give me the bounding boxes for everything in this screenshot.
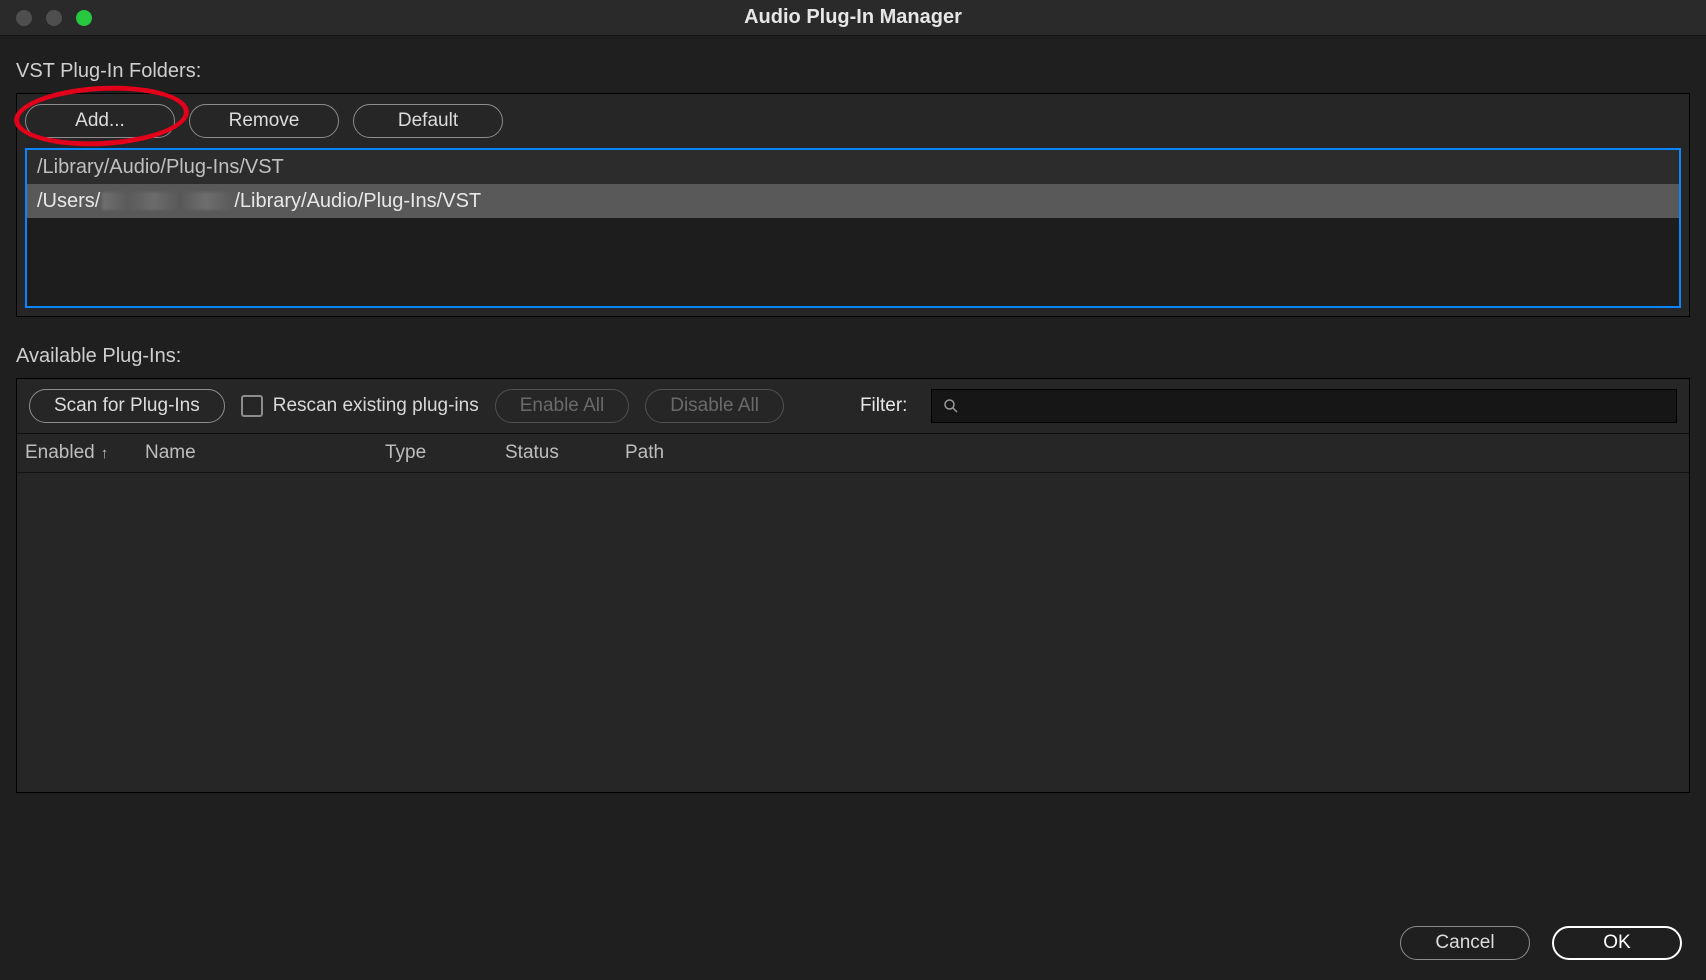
vst-folders-label: VST Plug-In Folders: [16,60,1690,83]
ok-button[interactable]: OK [1552,926,1682,960]
rescan-existing-checkbox[interactable]: Rescan existing plug-ins [241,395,479,417]
disable-all-button[interactable]: Disable All [645,389,784,423]
column-name[interactable]: Name [145,442,385,464]
plugins-table-body[interactable] [17,472,1689,792]
available-plugins-label: Available Plug-Ins: [16,345,1690,368]
window-minimize-button[interactable] [46,10,62,26]
vst-folders-toolbar: Add... Remove Default [17,94,1689,148]
titlebar: Audio Plug-In Manager [0,0,1706,36]
available-plugins-panel: Scan for Plug-Ins Rescan existing plug-i… [16,378,1690,793]
folder-path-suffix: /Library/Audio/Plug-Ins/VST [234,190,481,213]
window-title: Audio Plug-In Manager [0,6,1706,29]
default-folder-button[interactable]: Default [353,104,503,138]
column-path[interactable]: Path [625,442,1681,464]
folder-path-prefix: /Users/ [37,190,100,213]
column-status[interactable]: Status [505,442,625,464]
search-icon [942,397,960,415]
redacted-username [102,192,232,210]
plugins-toolbar: Scan for Plug-Ins Rescan existing plug-i… [17,379,1689,433]
folder-path: /Library/Audio/Plug-Ins/VST [37,156,284,179]
filter-label: Filter: [860,395,908,417]
traffic-lights [0,10,92,26]
window-close-button[interactable] [16,10,32,26]
list-item[interactable]: /Library/Audio/Plug-Ins/VST [27,150,1679,184]
column-type[interactable]: Type [385,442,505,464]
cancel-button[interactable]: Cancel [1400,926,1530,960]
add-folder-button[interactable]: Add... [25,104,175,138]
dialog-footer: Cancel OK [1400,926,1682,960]
window-zoom-button[interactable] [76,10,92,26]
enable-all-button[interactable]: Enable All [495,389,630,423]
plugins-table-header: Enabled ↑ Name Type Status Path [17,433,1689,472]
checkbox-icon [241,395,263,417]
sort-asc-icon: ↑ [101,445,109,462]
scan-plugins-button[interactable]: Scan for Plug-Ins [29,389,225,423]
vst-folders-panel: Add... Remove Default /Library/Audio/Plu… [16,93,1690,317]
rescan-existing-label: Rescan existing plug-ins [273,395,479,417]
list-item[interactable]: /Users/ /Library/Audio/Plug-Ins/VST [27,184,1679,218]
column-enabled[interactable]: Enabled ↑ [25,442,145,464]
filter-input-container[interactable] [931,389,1677,423]
remove-folder-button[interactable]: Remove [189,104,339,138]
vst-folders-list[interactable]: /Library/Audio/Plug-Ins/VST /Users/ /Lib… [25,148,1681,308]
filter-input[interactable] [968,396,1666,417]
